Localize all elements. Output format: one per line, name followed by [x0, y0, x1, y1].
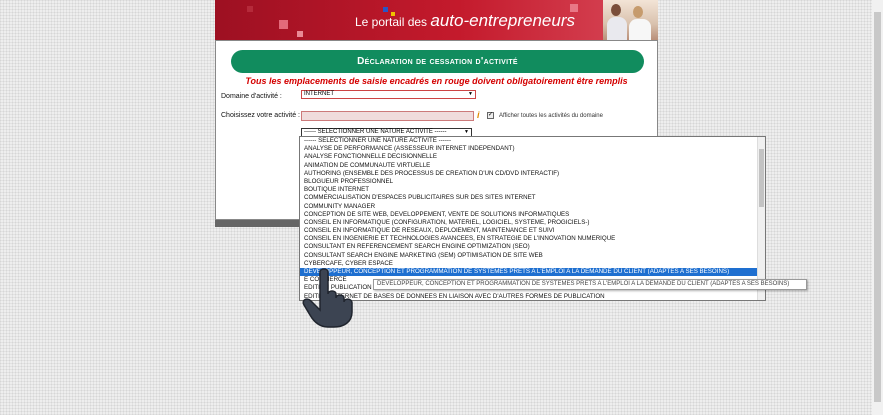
dropdown-option[interactable]: CONSEIL EN INFORMATIQUE (CONFIGURATION, …	[300, 219, 765, 227]
dropdown-option[interactable]: BLOGUEUR PROFESSIONNEL	[300, 178, 765, 186]
page-scrollbar[interactable]	[872, 0, 883, 415]
person-body	[629, 19, 651, 40]
chevron-down-icon: ▼	[464, 129, 469, 135]
decorative-square	[279, 20, 288, 29]
site-title-brand: auto-entrepreneurs	[430, 11, 575, 30]
decorative-square	[297, 31, 303, 37]
site-title-prefix: Le portail des	[355, 15, 428, 29]
info-icon[interactable]: i	[477, 110, 480, 120]
nature-dropdown-list[interactable]: ------ SELECTIONNER UNE NATURE ACTIVITE …	[299, 136, 766, 301]
dropdown-option[interactable]: CONCEPTION DE SITE WEB, DEVELOPPEMENT, V…	[300, 211, 765, 219]
dropdown-items: ------ SELECTIONNER UNE NATURE ACTIVITE …	[300, 137, 765, 300]
dropdown-option[interactable]: COMMERCIALISATION D'ESPACES PUBLICITAIRE…	[300, 194, 765, 202]
dropdown-option[interactable]: DEVELOPPEUR, CONCEPTION ET PROGRAMMATION…	[300, 268, 765, 277]
dropdown-option[interactable]: CONSEIL EN INFORMATIQUE DE RESEAUX, DEPL…	[300, 227, 765, 235]
domain-select[interactable]: INTERNET ▼	[301, 90, 476, 99]
dropdown-option[interactable]: CYBERCAFE, CYBER ESPACE	[300, 260, 765, 268]
page-scroll-thumb[interactable]	[874, 12, 881, 402]
dropdown-option[interactable]: ------ SELECTIONNER UNE NATURE ACTIVITE …	[300, 137, 765, 145]
dropdown-option[interactable]: ANALYSE FONCTIONNELLE DECISIONNELLE	[300, 153, 765, 161]
domain-select-value: INTERNET	[304, 91, 334, 97]
dropdown-option[interactable]: AUTHORING (ENSEMBLE DES PROCESSUS DE CRE…	[300, 170, 765, 178]
page-title: Déclaration de cessation d'activité	[231, 50, 644, 73]
dropdown-scroll-thumb[interactable]	[759, 149, 764, 207]
person-head	[633, 6, 643, 18]
dropdown-option[interactable]: BOUTIQUE INTERNET	[300, 186, 765, 194]
show-all-label: Afficher toutes les activités du domaine	[499, 113, 603, 119]
dropdown-option[interactable]: CONSEIL EN INGENIERIE ET TECHNOLOGIES AV…	[300, 235, 765, 243]
activity-input[interactable]	[301, 111, 474, 121]
dropdown-option[interactable]: ANIMATION DE COMMUNAUTE VIRTUELLE	[300, 162, 765, 170]
dropdown-option[interactable]: CONSULTANT EN REFERENCEMENT SEARCH ENGIN…	[300, 243, 765, 251]
chevron-down-icon: ▼	[468, 91, 473, 97]
person-body	[607, 17, 627, 40]
activity-label: Choisissez votre activité :	[221, 112, 300, 119]
dropdown-option[interactable]: ANALYSE DE PERFORMANCE (ASSESSEUR INTERN…	[300, 145, 765, 153]
decorative-square	[247, 6, 253, 12]
banner-people-photo	[603, 0, 658, 40]
option-tooltip: DEVELOPPEUR, CONCEPTION ET PROGRAMMATION…	[373, 279, 807, 290]
required-fields-warning: Tous les emplacements de saisie encadrés…	[245, 76, 628, 86]
domain-label: Domaine d'activité :	[221, 93, 282, 100]
dropdown-option[interactable]: CONSULTANT SEARCH ENGINE MARKETING (SEM)…	[300, 252, 765, 260]
dropdown-option[interactable]: EDITION INTERNET DE BASES DE DONNEES EN …	[300, 293, 765, 300]
show-all-checkbox[interactable]: ✓	[487, 112, 494, 119]
person-head	[611, 4, 621, 16]
site-banner: Le portail des auto-entrepreneurs	[215, 0, 658, 40]
nature-select-value: ------ SELECTIONNER UNE NATURE ACTIVITE …	[304, 129, 447, 135]
dropdown-option[interactable]: COMMUNITY MANAGER	[300, 203, 765, 211]
site-title: Le portail des auto-entrepreneurs	[355, 11, 575, 31]
hand-pointer-icon	[302, 268, 353, 328]
dropdown-scrollbar[interactable]	[757, 137, 765, 300]
